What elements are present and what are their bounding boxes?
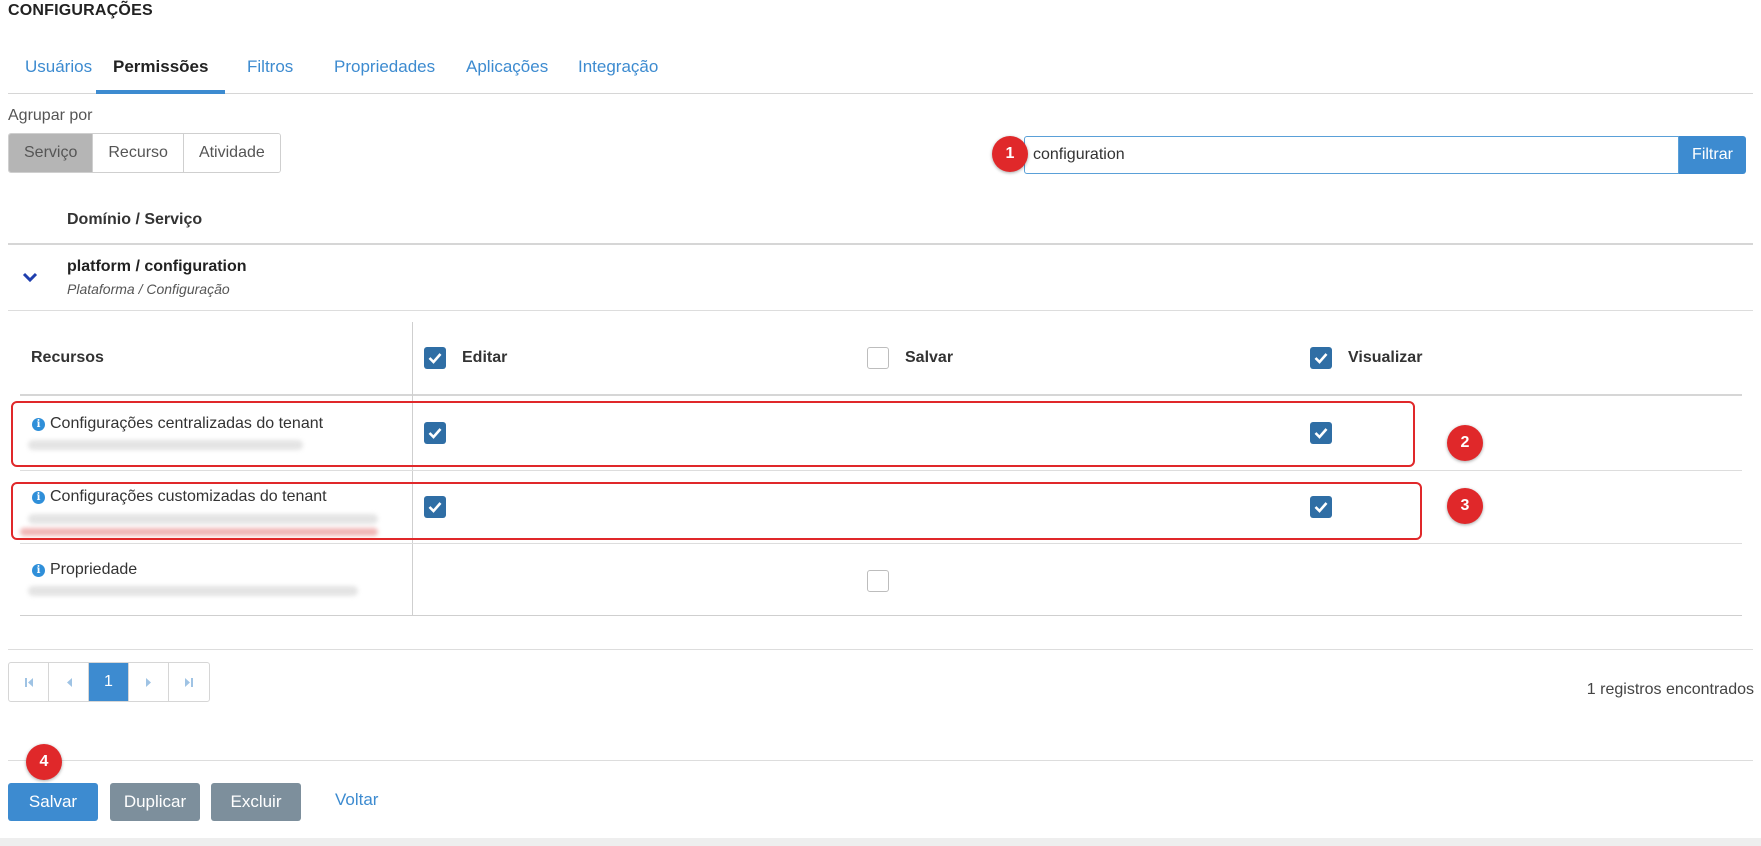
chevron-down-icon[interactable] — [21, 270, 39, 284]
save-button[interactable]: Salvar — [8, 783, 98, 821]
tab-usuarios[interactable]: Usuários — [8, 56, 109, 94]
duplicate-button[interactable]: Duplicar — [110, 783, 200, 821]
annotation-marker-1: 1 — [992, 136, 1028, 172]
check-icon — [428, 353, 442, 364]
page-1-button[interactable]: 1 — [89, 663, 129, 701]
group-by-recurso-button[interactable]: Recurso — [93, 134, 184, 172]
tab-filtros[interactable]: Filtros — [230, 56, 310, 94]
tab-aplicacoes[interactable]: Aplicações — [449, 56, 565, 94]
header-salvar-label: Salvar — [905, 349, 954, 366]
info-icon[interactable]: i — [32, 564, 45, 577]
page-title: CONFIGURAÇÕES — [8, 2, 153, 19]
back-link[interactable]: Voltar — [335, 790, 378, 810]
annotation-marker-3: 3 — [1447, 488, 1483, 524]
highlight-box — [11, 401, 1415, 467]
tab-integracao[interactable]: Integração — [561, 56, 675, 94]
column-divider — [412, 322, 413, 616]
header-editar-label: Editar — [462, 349, 508, 366]
highlight-box — [11, 482, 1422, 540]
filter-button[interactable]: Filtrar — [1679, 136, 1746, 174]
tab-permissoes[interactable]: Permissões — [96, 56, 226, 94]
first-page-button[interactable] — [9, 663, 49, 701]
group-by-atividade-button[interactable]: Atividade — [183, 134, 280, 172]
previous-page-icon — [66, 677, 72, 687]
divider — [20, 470, 1742, 471]
header-visualizar-label: Visualizar — [1348, 349, 1423, 366]
resources-header: Recursos — [31, 349, 104, 366]
previous-page-button[interactable] — [49, 663, 89, 701]
footer-strip — [0, 838, 1761, 846]
divider — [8, 310, 1753, 311]
records-count: 1 registros encontrados — [1586, 681, 1754, 698]
domain-subtitle: Plataforma / Configuração — [67, 281, 230, 297]
domain-title: platform / configuration — [67, 258, 247, 275]
check-icon — [1314, 353, 1328, 364]
last-page-button[interactable] — [169, 663, 209, 701]
last-page-icon — [185, 677, 193, 687]
pagination: 1 — [8, 662, 210, 702]
divider — [8, 760, 1753, 761]
divider — [20, 543, 1742, 544]
resource-name: Propriedade — [50, 561, 138, 578]
group-by-toggle: Serviço Recurso Atividade — [8, 133, 281, 173]
tab-propriedades[interactable]: Propriedades — [317, 56, 452, 94]
group-by-label: Agrupar por — [8, 107, 93, 124]
divider — [8, 649, 1753, 650]
divider — [8, 243, 1753, 245]
header-editar-checkbox[interactable] — [424, 347, 446, 369]
first-page-icon — [24, 677, 33, 687]
group-by-servico-button[interactable]: Serviço — [9, 134, 94, 172]
header-visualizar-checkbox[interactable] — [1310, 347, 1332, 369]
next-page-icon — [145, 677, 151, 687]
annotation-marker-4: 4 — [26, 744, 62, 780]
redacted-text — [28, 586, 358, 596]
next-page-button[interactable] — [129, 663, 169, 701]
search-input[interactable] — [1024, 136, 1679, 174]
annotation-marker-2: 2 — [1447, 425, 1483, 461]
row3-salvar-checkbox[interactable] — [867, 570, 889, 592]
header-salvar-checkbox[interactable] — [867, 347, 889, 369]
column-header-domain-service: Domínio / Serviço — [67, 211, 203, 228]
divider — [20, 615, 1742, 616]
tab-bar: Usuários Permissões Filtros Propriedades… — [8, 48, 1753, 94]
delete-button[interactable]: Excluir — [211, 783, 301, 821]
divider — [20, 394, 1742, 396]
